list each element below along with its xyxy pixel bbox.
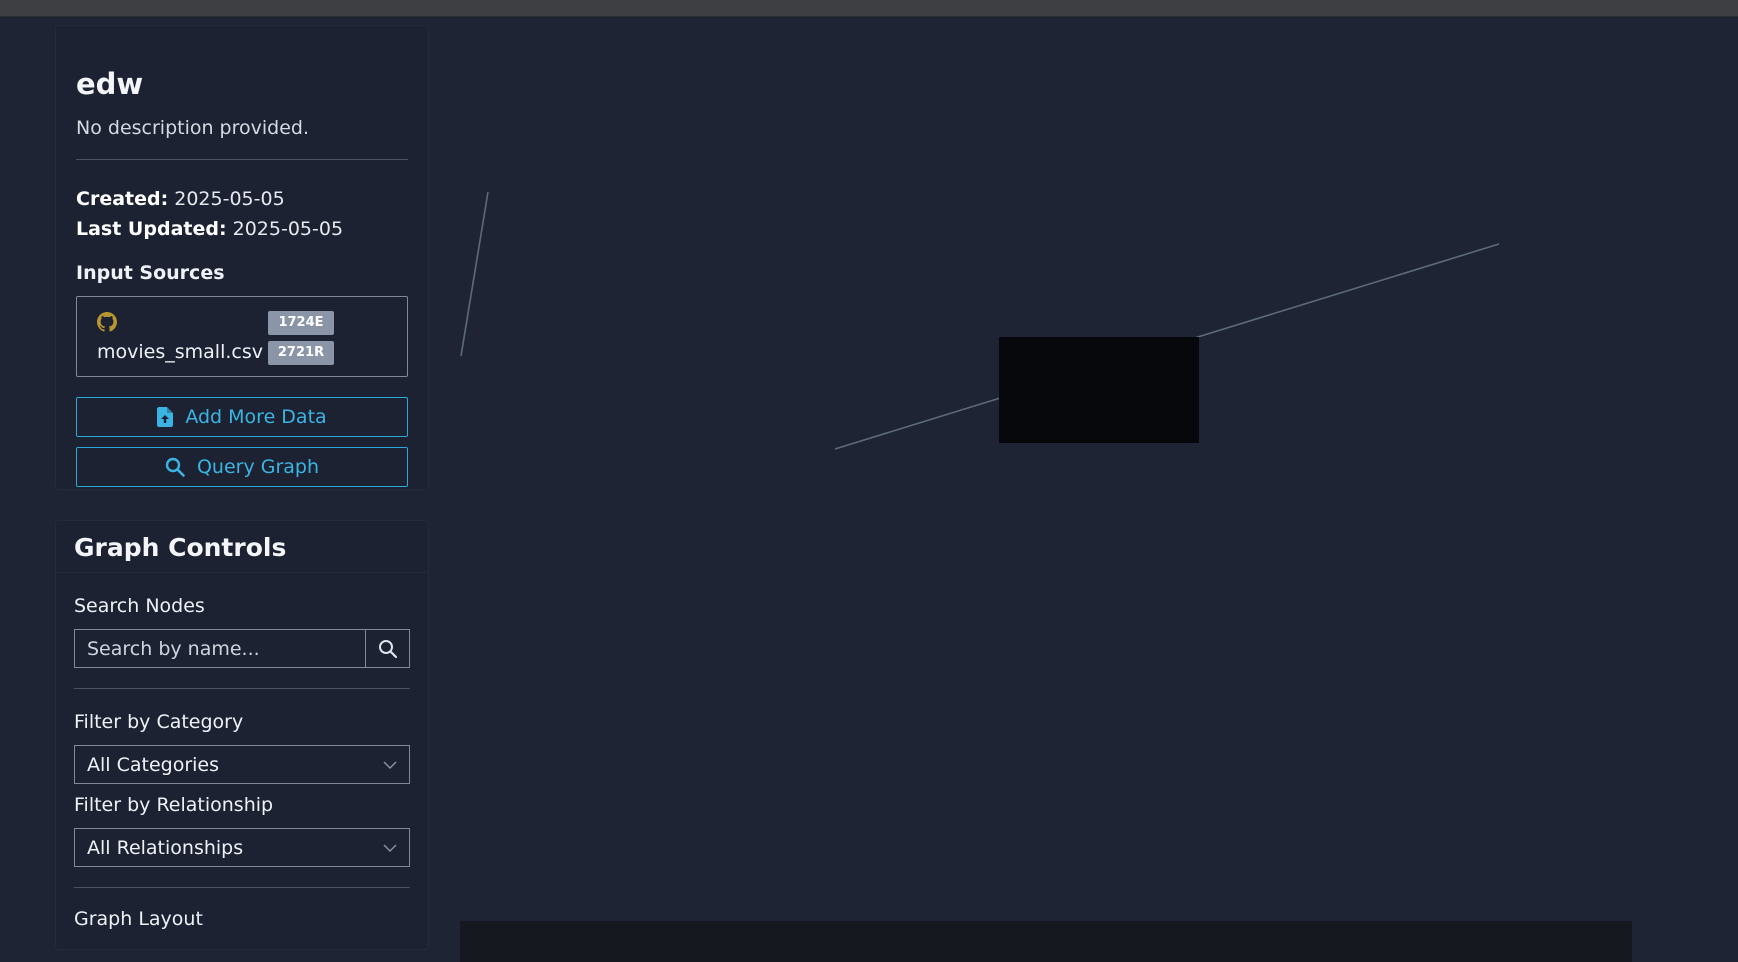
divider xyxy=(74,887,410,888)
search-icon xyxy=(165,457,185,477)
graph-edges xyxy=(460,191,1500,450)
github-icon xyxy=(97,312,117,332)
category-select[interactable]: All Categories xyxy=(74,745,410,784)
input-source-item[interactable]: movies_small.csv 1724E 2721R xyxy=(76,296,408,377)
query-graph-button[interactable]: Query Graph xyxy=(76,447,408,487)
divider xyxy=(76,159,408,160)
created-label: Created: xyxy=(76,188,169,210)
search-nodes-button[interactable] xyxy=(365,629,410,668)
category-select-value: All Categories xyxy=(87,753,220,776)
add-more-data-label: Add More Data xyxy=(185,406,327,428)
add-more-data-button[interactable]: Add More Data xyxy=(76,397,408,437)
search-nodes-label: Search Nodes xyxy=(74,595,205,617)
input-sources-heading: Input Sources xyxy=(76,262,225,284)
relationship-select-value: All Relationships xyxy=(87,836,244,859)
graph-controls-title: Graph Controls xyxy=(74,533,287,562)
updated-row: Last Updated: 2025-05-05 xyxy=(76,214,408,244)
graph-canvas[interactable] xyxy=(460,18,1738,962)
graph-controls-card: Graph Controls Search Nodes Filter by Ca… xyxy=(55,520,429,950)
browser-top-bar xyxy=(0,0,1738,17)
file-upload-icon xyxy=(157,407,174,427)
search-nodes-group xyxy=(74,629,410,668)
project-description: No description provided. xyxy=(76,117,310,139)
graph-node-tooltip xyxy=(999,337,1199,443)
query-graph-label: Query Graph xyxy=(196,456,320,478)
chevron-down-icon xyxy=(383,844,397,852)
relationship-select[interactable]: All Relationships xyxy=(74,828,410,867)
divider xyxy=(74,688,410,689)
details-panel xyxy=(460,921,1632,962)
created-row: Created: 2025-05-05 xyxy=(76,184,408,214)
chevron-down-icon xyxy=(383,761,397,769)
search-icon xyxy=(378,639,397,658)
search-nodes-input[interactable] xyxy=(74,629,365,668)
updated-value: 2025-05-05 xyxy=(232,218,344,240)
updated-label: Last Updated: xyxy=(76,218,227,240)
source-file-name: movies_small.csv xyxy=(97,341,263,363)
graph-edge xyxy=(460,191,489,357)
project-info-card: edw No description provided. Created: 20… xyxy=(55,25,429,490)
filter-relationship-label: Filter by Relationship xyxy=(74,794,274,816)
filter-category-label: Filter by Category xyxy=(74,711,244,733)
graph-layout-label: Graph Layout xyxy=(74,908,203,930)
entities-count-badge: 1724E xyxy=(268,311,334,335)
relationships-count-badge: 2721R xyxy=(268,341,334,365)
created-value: 2025-05-05 xyxy=(174,188,285,210)
project-title: edw xyxy=(76,67,144,101)
graph-controls-header: Graph Controls xyxy=(56,521,428,573)
